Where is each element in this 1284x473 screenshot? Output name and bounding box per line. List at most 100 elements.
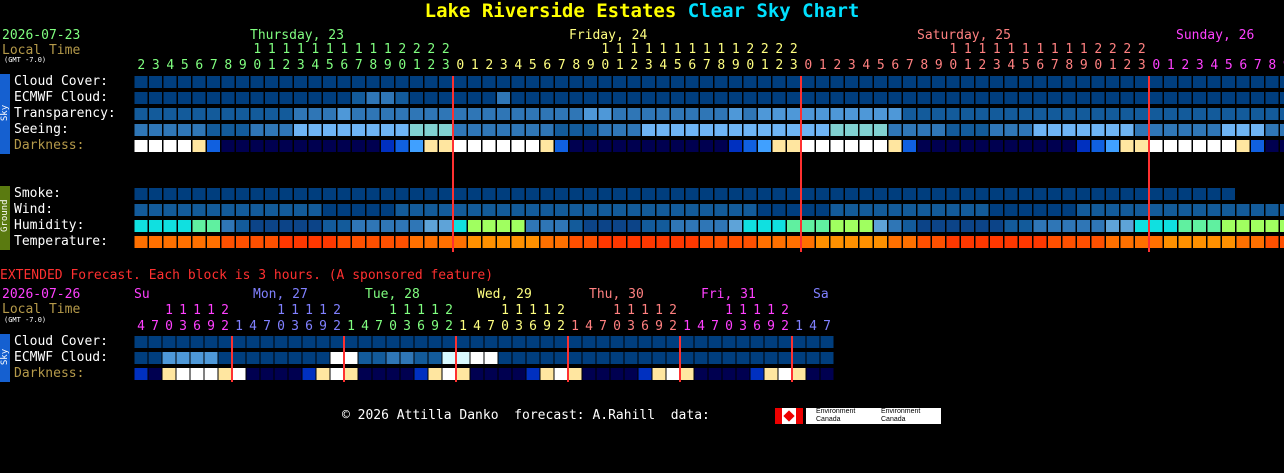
ecmwf_cloud-cell — [946, 92, 960, 104]
ext-cloud_cover-cell — [610, 336, 624, 348]
smoke-cell — [526, 188, 539, 200]
ext-darkness-cell — [722, 368, 736, 380]
temperature-cell — [1193, 236, 1206, 248]
smoke-cell — [1048, 188, 1061, 200]
hour-tens-label: 1 — [355, 42, 363, 57]
humidity-cell — [1193, 220, 1206, 232]
smoke-cell — [1033, 188, 1047, 200]
seeing-cell — [743, 124, 757, 136]
cloud_cover-cell — [1033, 76, 1047, 88]
smoke-cell — [1106, 188, 1119, 200]
transparency-cell — [468, 108, 481, 120]
seeing-cell — [656, 124, 670, 136]
cloud_cover-cell — [1280, 76, 1284, 88]
cloud_cover-cell — [1178, 76, 1192, 88]
hour-label: 2 — [1123, 58, 1131, 73]
ext-darkness-cell — [778, 368, 792, 380]
darkness-cell — [381, 140, 394, 152]
ext-cloud_cover-cell — [680, 336, 694, 348]
wind-cell — [1120, 204, 1134, 216]
ext-hour-tens-label: 1 — [291, 303, 299, 318]
cloud_cover-cell — [149, 76, 162, 88]
ext-cloud_cover-cell — [400, 336, 414, 348]
seeing-cell — [1004, 124, 1018, 136]
hour-tens-label: 1 — [601, 42, 609, 57]
seeing-cell — [685, 124, 699, 136]
smoke-cell — [468, 188, 481, 200]
ecmwf_cloud-cell — [366, 92, 380, 104]
cloud_cover-cell — [729, 76, 742, 88]
cloud_cover-cell — [134, 76, 148, 88]
smoke-cell — [294, 188, 307, 200]
ext-darkness-cell — [260, 368, 274, 380]
hour-label: 3 — [790, 58, 798, 73]
humidity-cell — [1280, 220, 1284, 232]
temperature-cell — [1077, 236, 1090, 248]
cloud_cover-cell — [424, 76, 438, 88]
ext-darkness-cell — [694, 368, 708, 380]
humidity-cell — [1019, 220, 1032, 232]
ext-cloud_cover-cell — [442, 336, 456, 348]
hour-label: 3 — [848, 58, 856, 73]
temperature-cell — [801, 236, 815, 248]
smoke-cell — [627, 188, 641, 200]
ext-hour-label: 1 — [235, 319, 243, 334]
transparency-cell — [1222, 108, 1235, 120]
hour-tens-label: 1 — [1022, 42, 1030, 57]
ext-hour-tens-label: 1 — [753, 303, 761, 318]
hour-label: 4 — [862, 58, 870, 73]
ecmwf_cloud-cell — [787, 92, 800, 104]
seeing-cell — [526, 124, 539, 136]
wind-cell — [845, 204, 858, 216]
ext-hour-label: 2 — [221, 319, 229, 334]
ecmwf_cloud-cell — [555, 92, 568, 104]
temperature-cell — [1048, 236, 1061, 248]
temperature-cell — [468, 236, 481, 248]
temperature-cell — [700, 236, 713, 248]
wind-cell — [888, 204, 902, 216]
cloud_cover-cell — [279, 76, 293, 88]
ecmwf_cloud-cell — [1062, 92, 1076, 104]
hour-label: 3 — [645, 58, 653, 73]
temperature-cell — [1135, 236, 1148, 248]
hour-label: 0 — [804, 58, 812, 73]
humidity-cell — [294, 220, 307, 232]
humidity-cell — [221, 220, 235, 232]
ext-darkness-cell — [162, 368, 176, 380]
wind-cell — [1222, 204, 1235, 216]
temperature-cell — [1062, 236, 1076, 248]
ext-hour-label: 1 — [347, 319, 355, 334]
seeing-cell — [671, 124, 684, 136]
darkness-cell — [555, 140, 568, 152]
wind-cell — [323, 204, 336, 216]
hour-tens-label: 2 — [746, 42, 754, 57]
ext-hour-label: 0 — [165, 319, 173, 334]
ext-darkness-cell — [512, 368, 526, 380]
ext-ecmwf_cloud-cell — [204, 352, 218, 364]
ext-hour-label: 6 — [753, 319, 761, 334]
transparency-cell — [975, 108, 989, 120]
hour-label: 3 — [1196, 58, 1204, 73]
wind-cell — [613, 204, 626, 216]
ext-cloud_cover-cell — [148, 336, 162, 348]
seeing-cell — [830, 124, 844, 136]
wind-cell — [1004, 204, 1018, 216]
seeing-cell — [729, 124, 742, 136]
transparency-cell — [801, 108, 815, 120]
temperature-cell — [1265, 236, 1279, 248]
ext-ecmwf_cloud-cell — [372, 352, 386, 364]
ext-hour-label: 4 — [585, 319, 593, 334]
ecmwf_cloud-cell — [178, 92, 191, 104]
wind-cell — [1149, 204, 1163, 216]
wind-cell — [1251, 204, 1264, 216]
darkness-cell — [961, 140, 974, 152]
cloud_cover-cell — [1265, 76, 1279, 88]
ext-hour-label: 3 — [403, 319, 411, 334]
ext-darkness-cell — [148, 368, 162, 380]
ext-hour-tens-label: 1 — [179, 303, 187, 318]
cloud_cover-cell — [352, 76, 365, 88]
ext-hour-label: 9 — [543, 319, 551, 334]
ext-cloud_cover-cell — [288, 336, 302, 348]
humidity-cell — [1236, 220, 1250, 232]
ext-darkness-cell — [680, 368, 694, 380]
